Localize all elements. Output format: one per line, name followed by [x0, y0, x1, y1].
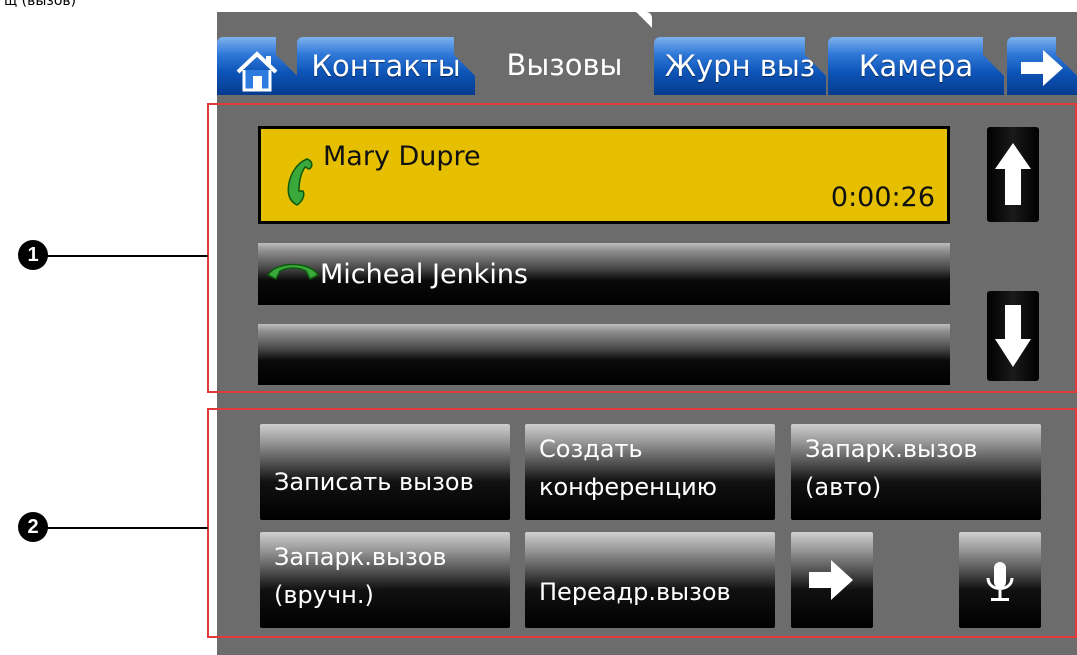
- tab-contacts[interactable]: Контакты: [297, 37, 475, 95]
- tab-camera-label: Камера: [858, 49, 974, 83]
- callout-2-line: [46, 527, 208, 529]
- tab-call-log[interactable]: Журн выз: [654, 37, 826, 95]
- tab-call-log-label: Журн выз: [664, 49, 816, 83]
- callout-1: 1: [18, 240, 48, 270]
- tab-contacts-label: Контакты: [311, 49, 461, 83]
- actions-section-frame: [207, 408, 1077, 638]
- tab-calls[interactable]: Вызовы: [477, 12, 652, 95]
- callout-2: 2: [18, 512, 48, 542]
- calls-section-frame: [207, 103, 1077, 393]
- tab-home[interactable]: [217, 37, 297, 95]
- tab-camera[interactable]: Камера: [828, 37, 1004, 95]
- tab-next[interactable]: [1007, 37, 1077, 95]
- callout-1-line: [46, 255, 208, 257]
- home-icon: [236, 51, 278, 92]
- page-caption: щ (вызов): [4, 0, 77, 9]
- arrow-right-icon: [1021, 50, 1063, 86]
- tab-bar: Контакты Вызовы Журн выз Камера: [217, 12, 1077, 98]
- tab-calls-label: Вызовы: [506, 48, 623, 82]
